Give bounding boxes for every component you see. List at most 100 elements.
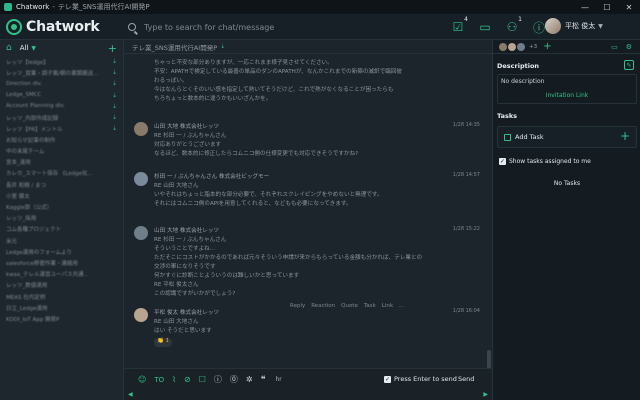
plus-icon[interactable]: + xyxy=(620,129,630,143)
sidebar-room-item[interactable]: レッツ【PR】メントル ⇣ xyxy=(0,123,123,134)
message-sender[interactable]: 杉田 一 / ぶんちゃんさん 株式会社ビッグモー xyxy=(154,172,269,180)
settings-icon[interactable]: ✲ xyxy=(246,375,253,384)
collapse-left-icon[interactable]: ◀ xyxy=(128,391,133,398)
pin-icon[interactable]: ⇣ xyxy=(220,43,225,50)
message-sender[interactable]: 山田 大地 株式会社レッツ xyxy=(154,122,219,130)
quote-icon[interactable]: ❝ xyxy=(261,375,266,385)
sidebar-room-item[interactable]: MEAS 社内定例 xyxy=(0,291,123,302)
sidebar-room-item[interactable]: 米元 xyxy=(0,235,123,246)
reaction-badge[interactable]: 👏 1 xyxy=(154,338,172,347)
message-avatar[interactable] xyxy=(134,172,148,186)
message-timeline[interactable]: ちゃっと不安な部分ありますが、一応これまま様子見させてください。 不安：APATH… xyxy=(124,54,486,368)
sidebar-room-label: レッツ【PR】メントル xyxy=(6,126,63,133)
sidebar-room-item[interactable]: 日立_Ledge運用 xyxy=(0,302,123,313)
add-room-button[interactable]: + xyxy=(108,42,117,55)
link-action[interactable]: Link xyxy=(382,303,393,309)
invitation-link[interactable]: Invitation Link xyxy=(497,92,637,99)
files-icon[interactable]: ▭ xyxy=(475,18,495,36)
task-icon[interactable]: ☐ xyxy=(199,375,206,384)
close-button[interactable]: ✕ xyxy=(618,0,640,14)
maximize-button[interactable]: ☐ xyxy=(596,0,618,14)
info-icon[interactable]: ⓘ xyxy=(214,374,222,385)
message-composer: ☺ TO ⌇ ⊘ ☐ ⓘ ⓪ ✲ ❝ hr ✓ Press Enter to s… xyxy=(124,368,492,390)
message-sender[interactable]: 山田 大地 株式会社レッツ xyxy=(154,226,219,234)
gear-icon[interactable]: ⚙ xyxy=(626,43,632,51)
task-action[interactable]: Task xyxy=(364,303,376,309)
reply-action[interactable]: Reply xyxy=(290,303,305,309)
sidebar-room-item[interactable]: 長井 和樹 / まつ xyxy=(0,179,123,190)
sidebar-room-item[interactable]: Ledge_SMCC ⇣ xyxy=(0,90,123,101)
pin-icon[interactable]: ⇣ xyxy=(112,92,117,99)
add-member-button[interactable]: + xyxy=(543,41,551,52)
chevron-down-icon[interactable]: ▼ xyxy=(31,45,36,52)
show-assigned-checkbox[interactable]: ✓ xyxy=(499,158,506,165)
pin-icon[interactable]: ⇣ xyxy=(112,114,117,121)
sidebar-room-item[interactable]: Account Planning div. ⇣ xyxy=(0,101,123,112)
sidebar-room-item[interactable]: Kaggle部（公式） xyxy=(0,201,123,212)
sidebar-room-item[interactable]: カレカ_スマート保存 《Ledge化... xyxy=(0,168,123,179)
brand[interactable]: Chatwork xyxy=(0,18,124,35)
task-checkbox-icon xyxy=(504,134,511,141)
emoji-icon[interactable]: ☺ xyxy=(138,375,146,384)
message-avatar[interactable] xyxy=(134,226,148,240)
search-bar[interactable] xyxy=(128,20,428,34)
message-timestamp: 1/28 14:57 xyxy=(452,172,480,178)
sidebar-room-item[interactable]: Direction div. ⇣ xyxy=(0,78,123,89)
sidebar-room-item[interactable]: お知らせ記事の制作 xyxy=(0,134,123,145)
sidebar-room-item[interactable]: kwax_テレル運営ユーパス共通... xyxy=(0,269,123,280)
sidebar-room-item[interactable]: 宮本_運用 xyxy=(0,157,123,168)
sidebar-room-item[interactable]: KDDI_IoT App 開発P xyxy=(0,313,123,324)
home-icon[interactable]: ⌂ xyxy=(6,43,12,53)
sidebar-room-item[interactable]: コム各種プロジェクト xyxy=(0,224,123,235)
member-avatar[interactable] xyxy=(508,42,516,51)
user-menu[interactable]: 平松 俊太 ▼ xyxy=(545,18,603,34)
sidebar-room-item[interactable]: 中の末尾チーム xyxy=(0,146,123,157)
sidebar-room-item[interactable]: レッツ【ledge】 ⇣ xyxy=(0,56,123,67)
quote-action[interactable]: Quote xyxy=(341,303,358,309)
collapse-right-icon[interactable]: ▶ xyxy=(483,391,488,398)
pin-icon[interactable]: ⇣ xyxy=(112,103,117,110)
edit-description-button[interactable]: ✎ xyxy=(624,60,634,70)
send-button[interactable]: Send xyxy=(458,375,474,383)
message-line: なるほど、数本的に修正したらコムニコ側の仕様変更でも対応できそうですかね? xyxy=(154,151,359,157)
pin-icon[interactable]: ⇣ xyxy=(112,69,117,76)
sidebar-room-item[interactable]: salesforce移管作業・連絡用 xyxy=(0,257,123,268)
contacts-icon[interactable]: ⚇ 1 xyxy=(502,16,522,36)
sidebar-room-item[interactable]: レッツ_内部作成記録 ⇣ xyxy=(0,112,123,123)
add-task-button[interactable]: Add Task + xyxy=(497,126,637,148)
code-icon[interactable]: ⓪ xyxy=(230,374,238,385)
message-line: それにはコムニコ側のAPIを用意してくれると、などもも必要になってきます。 xyxy=(154,201,352,207)
attach-icon[interactable]: ⌇ xyxy=(172,375,176,384)
sidebar-room-item[interactable]: レッツ_採用 xyxy=(0,213,123,224)
message-sender[interactable]: 平松 俊太 株式会社レッツ xyxy=(154,308,219,316)
sidebar-room-item[interactable]: レッツ_営業・調子案/朝の書類搬送... ⇣ xyxy=(0,67,123,78)
sidebar-room-label: KDDI_IoT App 開発P xyxy=(6,316,60,323)
sidebar-room-item[interactable]: レッツ_数値運用 xyxy=(0,280,123,291)
sidebar-room-label: salesforce移管作業・連絡用 xyxy=(6,260,78,267)
enter-to-send-checkbox[interactable]: ✓ xyxy=(384,376,391,383)
message-line: わるっぽい。 xyxy=(154,78,188,84)
hr-button[interactable]: hr xyxy=(275,376,281,383)
member-count[interactable]: +3 xyxy=(529,44,537,50)
link-icon[interactable]: ⊘ xyxy=(184,375,191,384)
files-icon[interactable]: ▭ xyxy=(611,43,618,51)
minimize-button[interactable]: — xyxy=(574,0,596,14)
tasks-icon[interactable]: ☑ 4 xyxy=(448,16,468,36)
message-avatar[interactable] xyxy=(134,308,148,322)
pin-icon[interactable]: ⇣ xyxy=(112,125,117,132)
member-avatar[interactable] xyxy=(517,42,525,51)
sidebar-room-item[interactable]: Ledge運用のフォームより xyxy=(0,246,123,257)
sidebar-room-label: Ledge運用のフォームより xyxy=(6,249,72,256)
message-avatar[interactable] xyxy=(134,122,148,136)
pin-icon[interactable]: ⇣ xyxy=(112,58,117,65)
member-avatar[interactable] xyxy=(499,42,507,51)
filter-all-label[interactable]: All xyxy=(20,44,29,52)
to-button[interactable]: TO xyxy=(154,376,164,384)
more-action[interactable]: ... xyxy=(399,303,404,309)
reaction-action[interactable]: Reaction xyxy=(311,303,335,309)
composer-resize-bar[interactable]: ◀ ▶ xyxy=(124,390,492,400)
window-title-separator: - xyxy=(52,3,55,11)
sidebar-room-item[interactable]: 小室 健太 xyxy=(0,190,123,201)
search-input[interactable] xyxy=(144,22,424,32)
pin-icon[interactable]: ⇣ xyxy=(112,80,117,87)
